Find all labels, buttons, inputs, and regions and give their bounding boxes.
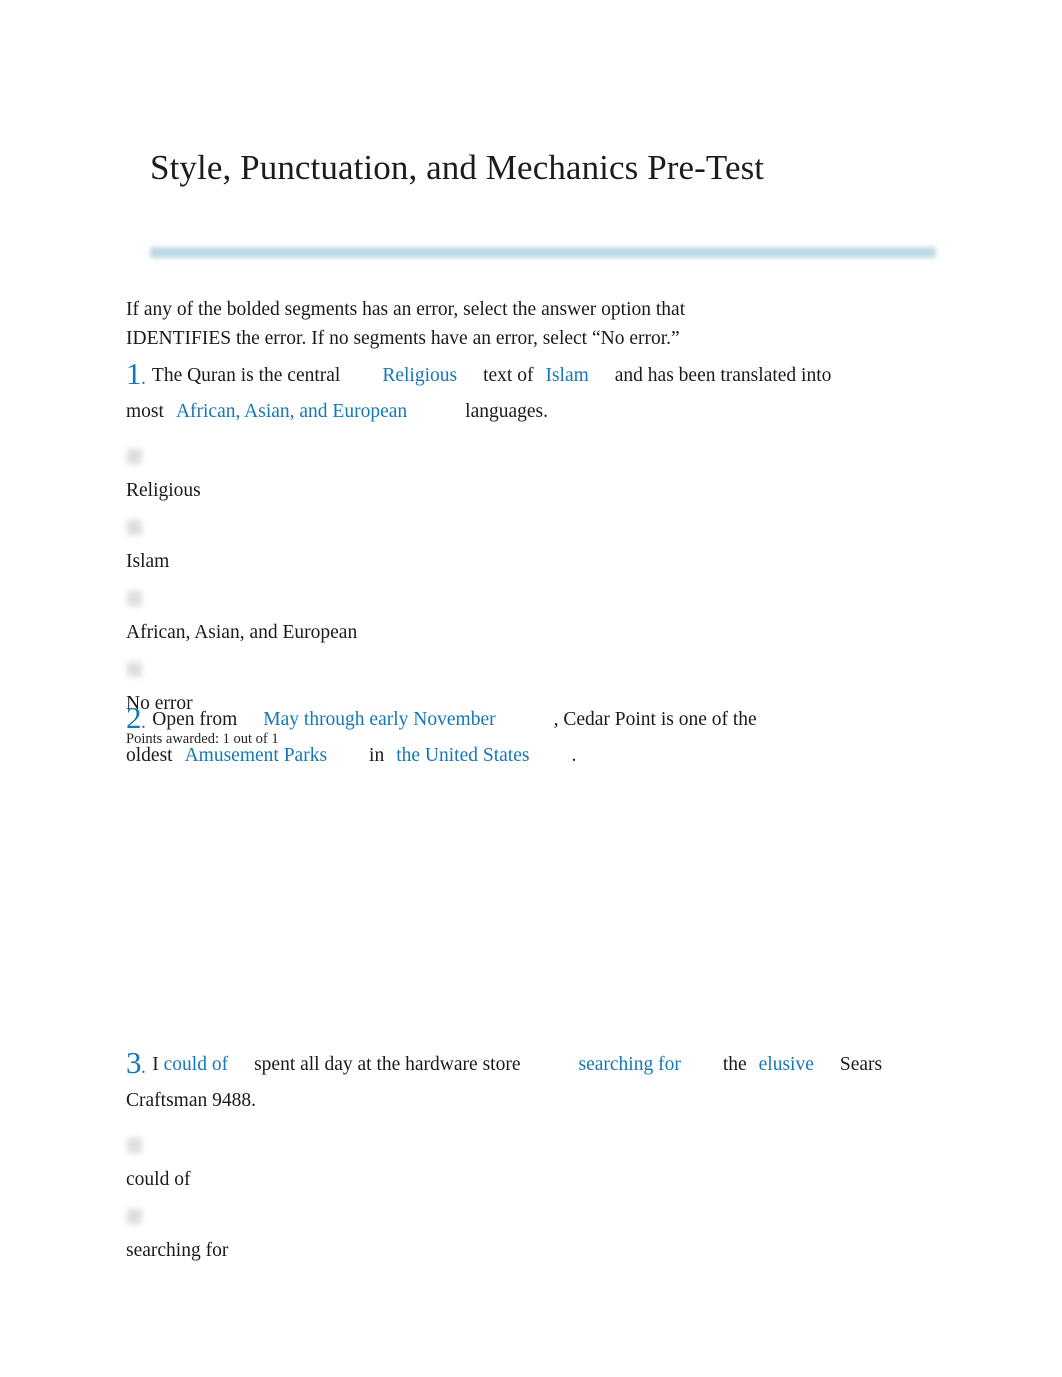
question-1-stem-tail: and has been translated into xyxy=(614,365,832,386)
question-1-stem-line2-lead: most xyxy=(126,401,164,422)
question-2-stem-tail: , Cedar Point is one of the xyxy=(553,709,757,730)
question-2-segment-2: Amusement Parks xyxy=(184,745,328,766)
question-2-segment-3: the United States xyxy=(396,745,530,766)
question-3-stem-the: the xyxy=(722,1054,747,1075)
question-3-stem-tail: Sears xyxy=(839,1054,883,1075)
option-item[interactable]: searching for xyxy=(126,1193,938,1264)
option-label: could of xyxy=(126,1169,191,1190)
question-3-stem-lead: I xyxy=(152,1054,159,1075)
document-page: Style, Punctuation, and Mechanics Pre-Te… xyxy=(0,0,1062,1377)
question-2-stem: 2. Open from May through early November , … xyxy=(126,702,938,773)
question-3-segment-3: elusive xyxy=(758,1054,814,1075)
option-label: African, Asian, and European xyxy=(126,622,358,643)
option-item[interactable]: African, Asian, and European xyxy=(126,575,938,646)
question-2: 2. Open from May through early November , … xyxy=(126,702,938,773)
title-divider xyxy=(150,247,936,258)
radio-button-icon[interactable] xyxy=(127,1138,142,1153)
question-3-stem: 3. I could of spent all day at the hardwa… xyxy=(126,1047,938,1118)
question-2-stem-line2-mid: in xyxy=(369,745,385,766)
question-1: 1. The Quran is the central Religious text… xyxy=(126,358,938,749)
question-3-options: could of searching for xyxy=(126,1138,938,1264)
question-3-segment-2: searching for xyxy=(578,1054,681,1075)
question-2-segment-1: May through early November xyxy=(263,709,496,730)
question-3: 3. I could of spent all day at the hardwa… xyxy=(126,1047,938,1264)
question-3-segment-1: could of xyxy=(163,1054,229,1075)
option-item[interactable]: Islam xyxy=(126,504,938,575)
question-1-segment-3: African, Asian, and European xyxy=(175,401,408,422)
question-1-segment-2: Islam xyxy=(545,365,589,386)
question-2-stem-line2-lead: oldest xyxy=(126,745,173,766)
radio-button-icon[interactable] xyxy=(127,449,142,464)
question-2-number: 2. xyxy=(126,700,146,735)
option-item[interactable]: Religious xyxy=(126,449,938,504)
radio-button-icon[interactable] xyxy=(127,520,142,535)
question-1-stem-line2-tail: languages. xyxy=(465,401,549,422)
question-3-number: 3. xyxy=(126,1045,146,1080)
question-2-stem-lead: Open from xyxy=(152,709,238,730)
option-item[interactable]: could of xyxy=(126,1138,938,1193)
question-1-options: Religious Islam African, Asian, and Euro… xyxy=(126,449,938,717)
option-label: Religious xyxy=(126,480,201,501)
question-1-stem: 1. The Quran is the central Religious text… xyxy=(126,358,938,429)
option-label: searching for xyxy=(126,1240,229,1261)
radio-button-icon[interactable] xyxy=(127,591,142,606)
question-3-stem-mid: spent all day at the hardware store xyxy=(254,1054,521,1075)
question-2-stem-line2-tail: . xyxy=(571,745,577,766)
instructions-text: If any of the bolded segments has an err… xyxy=(126,298,686,349)
question-1-number: 1. xyxy=(126,356,146,391)
page-title: Style, Punctuation, and Mechanics Pre-Te… xyxy=(150,148,765,187)
radio-button-icon[interactable] xyxy=(127,662,142,677)
question-3-stem-line2: Craftsman 9488. xyxy=(126,1090,256,1111)
question-1-segment-1: Religious xyxy=(382,365,458,386)
option-label: Islam xyxy=(126,551,170,572)
question-1-stem-mid: text of xyxy=(483,365,534,386)
question-1-stem-lead: The Quran is the central xyxy=(151,365,341,386)
radio-button-icon[interactable] xyxy=(127,1209,142,1224)
